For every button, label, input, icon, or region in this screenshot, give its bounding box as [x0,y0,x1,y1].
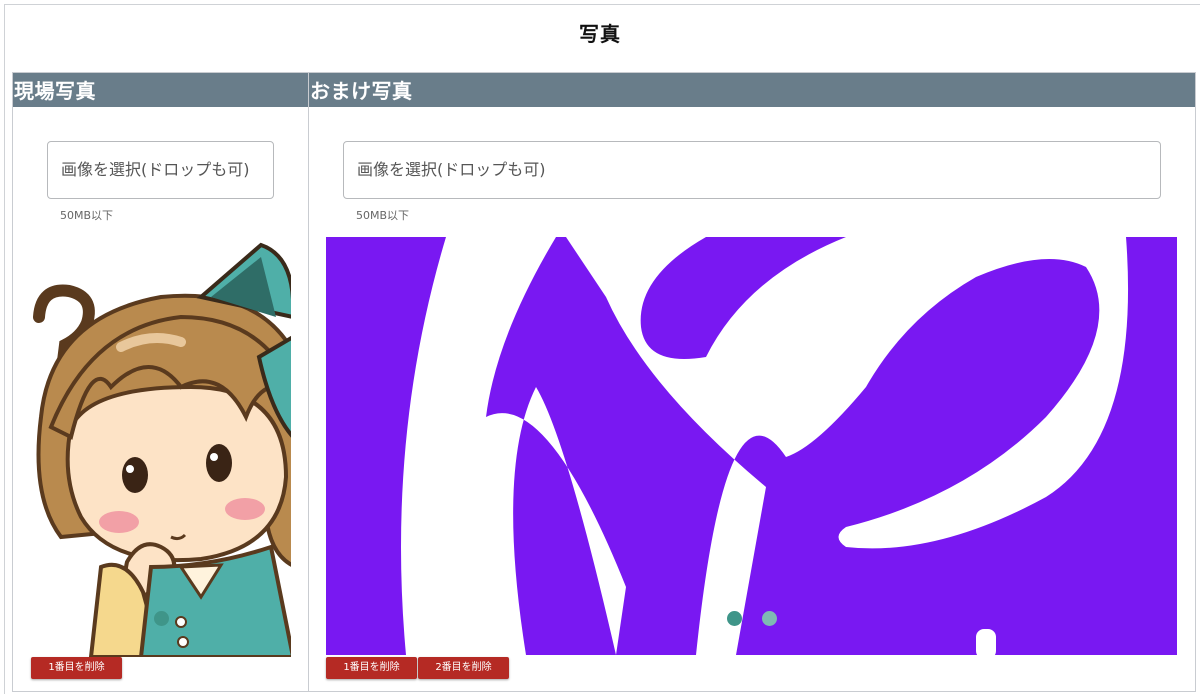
site-photo-file-input[interactable]: 画像を選択(ドロップも可) [47,141,274,199]
site-photo-carousel[interactable] [31,237,291,657]
girl-thinking-illustration [33,242,291,657]
site-photo-panel: 現場写真 画像を選択(ドロップも可) 50MB以下 1番目を削除 [12,72,309,692]
bonus-photo-header: おまけ写真 [309,73,1195,107]
site-photo-dot-1[interactable] [153,611,169,626]
bonus-photo-carousel[interactable] [326,237,1177,655]
bonus-photo-dot-2[interactable] [761,611,777,626]
bonus-photo-file-input[interactable]: 画像を選択(ドロップも可) [343,141,1161,199]
site-photo-size-note: 50MB以下 [60,209,114,222]
site-photo-header: 現場写真 [13,73,308,107]
bonus-photo-size-note: 50MB以下 [356,209,410,222]
bonus-photo-dot-1[interactable] [726,611,742,626]
site-photo-delete-1-button[interactable]: 1番目を削除 [31,657,122,679]
bonus-photo-carousel-dots [326,611,1177,626]
page-title: 写真 [579,22,621,46]
site-photo-carousel-dots [31,611,291,626]
bonus-photo-delete-2-button[interactable]: 2番目を削除 [418,657,509,679]
purple-logo-image [326,237,1177,655]
bonus-photo-delete-1-button[interactable]: 1番目を削除 [326,657,417,679]
bonus-photo-panel: おまけ写真 画像を選択(ドロップも可) 50MB以下 1番目を削除 2番目を削除 [308,72,1196,692]
